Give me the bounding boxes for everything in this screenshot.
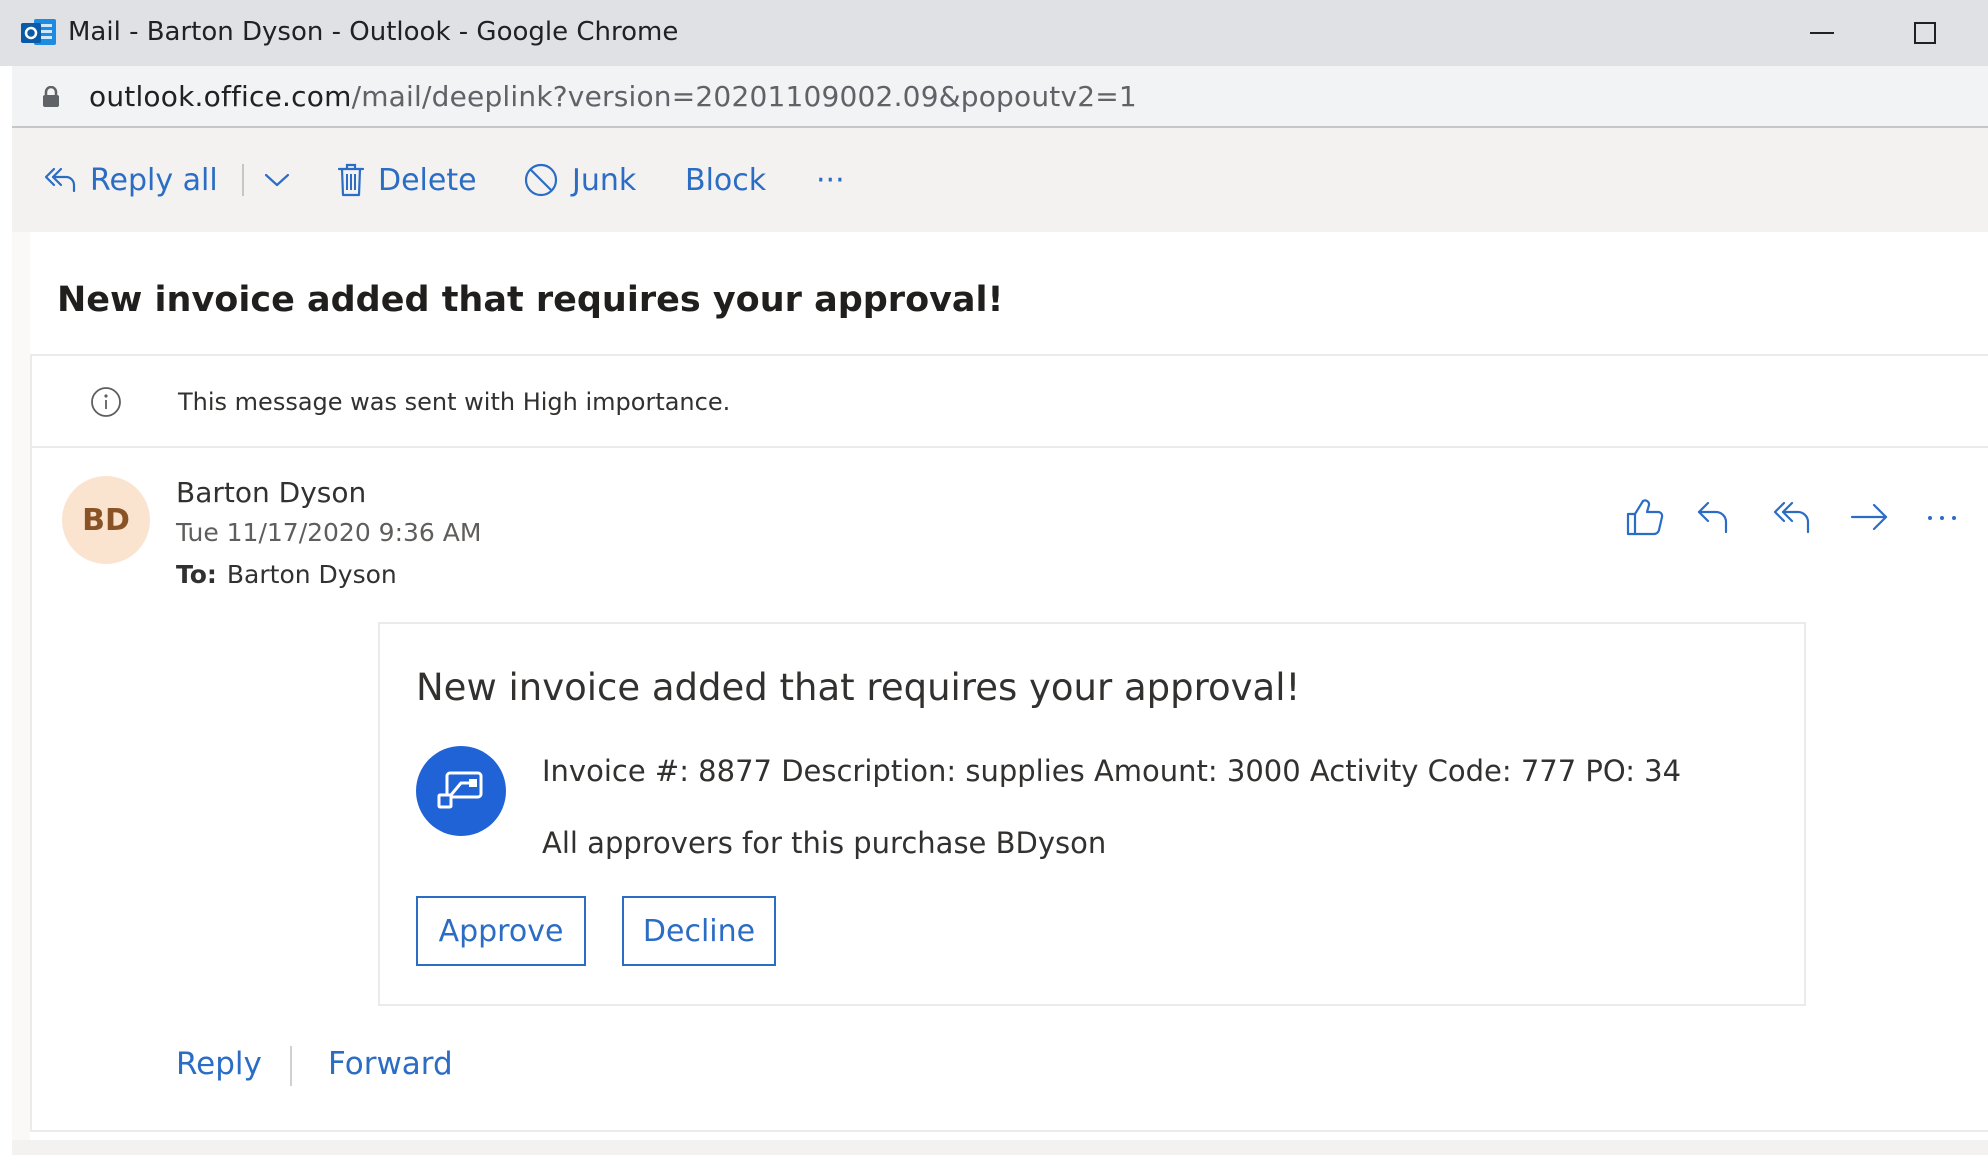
- reading-pane-margin: [12, 232, 30, 1140]
- sender-avatar[interactable]: BD: [62, 476, 150, 564]
- more-options-icon[interactable]: [1922, 496, 1966, 538]
- trash-icon: [338, 163, 364, 197]
- junk-label: Junk: [572, 162, 637, 198]
- reply-link[interactable]: Reply: [176, 1046, 262, 1082]
- block-button[interactable]: Block: [685, 158, 766, 202]
- approvers-text: All approvers for this purchase BDyson: [542, 826, 1107, 860]
- reply-all-icon: [44, 167, 76, 193]
- message-container: This message was sent with High importan…: [30, 354, 1988, 1132]
- message-toolbar: Reply all Delete Junk Block ···: [12, 128, 1988, 232]
- forward-icon[interactable]: [1848, 496, 1892, 538]
- minimize-icon[interactable]: [1810, 32, 1834, 34]
- lock-icon: [43, 86, 59, 107]
- junk-button[interactable]: Junk: [524, 158, 636, 202]
- importance-text: This message was sent with High importan…: [178, 388, 731, 416]
- maximize-icon[interactable]: [1914, 22, 1936, 44]
- reply-all-label: Reply all: [90, 162, 218, 198]
- block-circle-icon: [524, 163, 558, 197]
- reply-all-button[interactable]: Reply all: [44, 158, 218, 202]
- recipients-line: To: Barton Dyson: [176, 560, 397, 589]
- power-automate-icon: [416, 746, 506, 836]
- decline-button[interactable]: Decline: [622, 896, 776, 966]
- window-title: Mail - Barton Dyson - Outlook - Google C…: [68, 17, 679, 47]
- chevron-down-icon: [264, 173, 290, 187]
- delete-button[interactable]: Delete: [338, 158, 477, 202]
- outlook-app-icon: [21, 19, 56, 45]
- reading-pane-bottom: [12, 1140, 1988, 1155]
- block-label: Block: [685, 162, 767, 198]
- reply-icon[interactable]: [1692, 496, 1736, 538]
- invoice-details: Invoice #: 8877 Description: supplies Am…: [542, 754, 1682, 788]
- sent-date: Tue 11/17/2020 9:36 AM: [176, 518, 482, 547]
- approval-card: New invoice added that requires your app…: [378, 622, 1806, 1006]
- email-subject: New invoice added that requires your app…: [57, 280, 1004, 320]
- to-label: To:: [176, 560, 217, 589]
- more-actions-button[interactable]: ···: [816, 158, 845, 202]
- card-title: New invoice added that requires your app…: [416, 666, 1301, 709]
- url-host: outlook.office.com: [89, 80, 352, 113]
- toolbar-divider: [242, 164, 244, 196]
- address-bar[interactable]: outlook.office.com/mail/deeplink?version…: [12, 66, 1988, 128]
- footer-divider: [290, 1046, 292, 1086]
- url-path: /mail/deeplink?version=20201109002.09&po…: [351, 80, 1137, 113]
- reply-all-icon[interactable]: [1770, 496, 1814, 538]
- recipient-name[interactable]: Barton Dyson: [227, 560, 397, 589]
- more-actions-icon: ···: [816, 162, 845, 198]
- forward-link[interactable]: Forward: [328, 1046, 453, 1082]
- sender-name[interactable]: Barton Dyson: [176, 476, 366, 509]
- approve-button[interactable]: Approve: [416, 896, 586, 966]
- reply-options-dropdown[interactable]: [264, 158, 304, 202]
- browser-title-bar: Mail - Barton Dyson - Outlook - Google C…: [0, 0, 1988, 66]
- url-text[interactable]: outlook.office.com/mail/deeplink?version…: [89, 80, 1137, 113]
- like-icon[interactable]: [1622, 496, 1666, 538]
- info-icon: [91, 387, 121, 417]
- importance-banner: This message was sent with High importan…: [32, 356, 1988, 448]
- delete-label: Delete: [378, 162, 477, 198]
